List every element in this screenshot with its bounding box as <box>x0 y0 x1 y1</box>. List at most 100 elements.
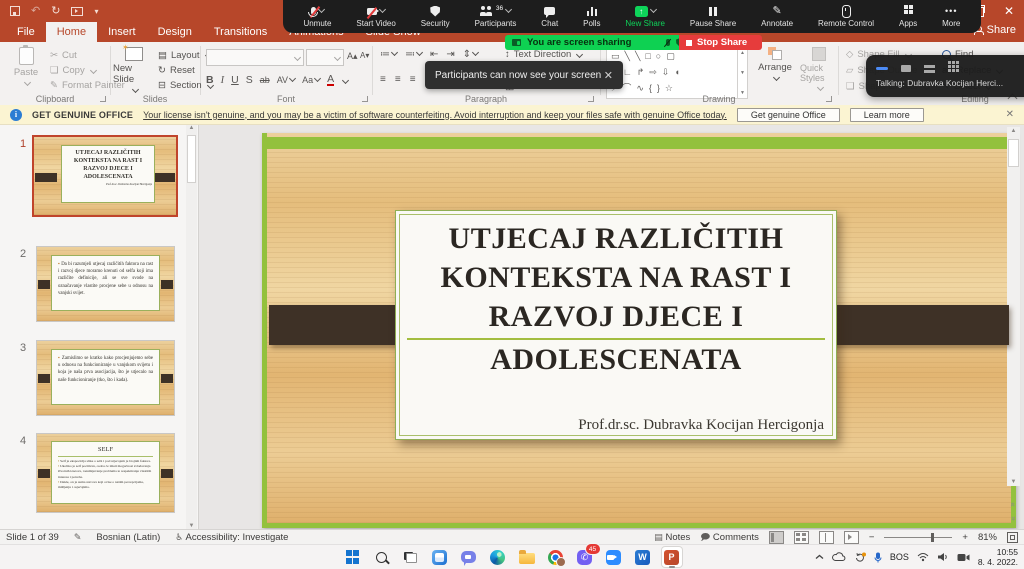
new-slide-button[interactable]: ✶ New Slide <box>113 47 155 92</box>
onedrive-icon[interactable] <box>832 552 846 562</box>
numbering-button[interactable]: ≕ <box>405 49 422 60</box>
shape-cell[interactable]: ∟ <box>623 65 632 79</box>
annotate-button[interactable]: ✎ Annotate <box>761 5 793 28</box>
drawing-dialog-launcher[interactable] <box>826 96 832 102</box>
slideshow-view-button[interactable] <box>844 531 859 544</box>
paragraph-dialog-launcher[interactable] <box>588 96 594 102</box>
tray-chevron-icon[interactable] <box>815 554 824 560</box>
chevron-down-icon[interactable] <box>505 6 512 13</box>
line-spacing-button[interactable]: ⇕ <box>463 49 478 60</box>
strip-view-icon[interactable] <box>924 65 935 73</box>
slide-thumbnail-2[interactable]: ▪ Da bi razumjeli utjecaj različitih fak… <box>37 247 174 321</box>
reading-view-button[interactable] <box>819 531 834 544</box>
powerpoint-button[interactable]: P <box>661 546 683 568</box>
remote-control-button[interactable]: Remote Control <box>818 5 874 28</box>
customize-qat-icon[interactable]: ▾ <box>94 7 98 16</box>
new-share-button[interactable]: ↑ New Share <box>625 5 665 28</box>
paste-button[interactable]: Paste <box>8 47 44 85</box>
italic-button[interactable]: I <box>221 75 225 86</box>
shape-cell[interactable]: ⌒ <box>622 81 631 95</box>
arrange-button[interactable]: Arrange <box>752 47 798 80</box>
zoom-in-button[interactable]: + <box>962 532 968 543</box>
zoom-app-button[interactable] <box>603 546 625 568</box>
language-status[interactable]: Bosnian (Latin) <box>96 532 160 543</box>
tab-insert[interactable]: Insert <box>97 22 147 42</box>
pause-share-button[interactable]: Pause Share <box>690 5 736 28</box>
shapes-gallery[interactable]: ▭╲╲□○▢ △∟↱⇨⇩◖ ⚡⌒∿{}☆ ▲▼▼ <box>606 47 748 99</box>
fit-slide-to-window-icon[interactable] <box>1007 532 1018 543</box>
tab-design[interactable]: Design <box>147 22 203 42</box>
change-case-button[interactable]: Aa <box>302 75 320 85</box>
align-right-button[interactable]: ≡ <box>410 74 416 85</box>
close-window-button[interactable]: ✕ <box>994 0 1024 22</box>
chevron-down-icon[interactable] <box>318 6 325 13</box>
save-icon[interactable] <box>10 6 20 16</box>
text-shadow-button[interactable]: S <box>246 74 253 86</box>
shape-cell[interactable]: □ <box>645 49 650 63</box>
participants-button[interactable]: 36 Participants <box>475 5 517 28</box>
widgets-button[interactable] <box>429 546 451 568</box>
zoom-slider-thumb[interactable] <box>931 533 934 542</box>
accessibility-status[interactable]: ♿ Accessibility: Investigate <box>175 532 288 543</box>
shape-cell[interactable]: ▢ <box>666 49 675 63</box>
slide-title-placeholder[interactable]: UTJECAJ RAZLIČITIH KONTEKSTA NA RAST I R… <box>395 210 837 440</box>
notes-button[interactable]: ▤ Notes <box>654 532 690 543</box>
learn-more-button[interactable]: Learn more <box>850 108 924 122</box>
redo-icon[interactable]: ↻ <box>51 6 60 16</box>
font-color-button[interactable]: A <box>327 74 334 86</box>
normal-view-button[interactable] <box>769 531 784 544</box>
slide-thumbnail-3[interactable]: ▪ Zamislimo se kratko kako procjenjujemo… <box>37 341 174 415</box>
font-size-select[interactable] <box>306 49 344 66</box>
thumbnail-scrollbar[interactable]: ▲ ▼ <box>186 124 197 530</box>
font-dialog-launcher[interactable] <box>362 96 368 102</box>
microphone-icon[interactable] <box>874 552 882 563</box>
decrease-indent-button[interactable]: ⇤ <box>430 49 438 60</box>
underline-button[interactable]: U <box>231 74 239 86</box>
strikethrough-button[interactable]: ab <box>260 75 270 85</box>
speaker-icon[interactable] <box>937 552 949 562</box>
font-name-select[interactable] <box>206 49 304 66</box>
grow-font-button[interactable]: A▴ <box>347 51 358 62</box>
wifi-icon[interactable] <box>917 552 929 562</box>
copy-button[interactable]: ❏ Copy <box>50 65 96 76</box>
speaker-view-icon[interactable] <box>901 65 911 72</box>
camera-in-use-icon[interactable] <box>957 553 970 562</box>
shrink-font-button[interactable]: A▾ <box>360 51 369 60</box>
chrome-button[interactable] <box>545 546 567 568</box>
thumbnail-scrollbar-thumb[interactable] <box>187 135 196 183</box>
layout-button[interactable]: ▤ Layout <box>158 50 211 61</box>
character-spacing-button[interactable]: AV <box>277 75 295 85</box>
chat-button[interactable] <box>458 546 480 568</box>
shape-cell[interactable]: ↱ <box>637 65 645 79</box>
stop-share-button[interactable]: Stop Share <box>679 35 762 50</box>
edge-button[interactable] <box>487 546 509 568</box>
reset-button[interactable]: ↻ Reset <box>158 65 195 76</box>
zoom-out-button[interactable]: − <box>869 532 875 543</box>
viber-button[interactable]: ✆45 <box>574 546 596 568</box>
security-button[interactable]: Security <box>421 5 450 28</box>
undo-icon[interactable]: ↶ <box>31 6 40 16</box>
update-icon[interactable] <box>854 552 866 563</box>
minimized-view-icon[interactable] <box>876 67 888 70</box>
spell-check-icon[interactable]: ✎ <box>74 532 82 543</box>
tab-home[interactable]: Home <box>46 22 97 42</box>
chevron-down-icon[interactable] <box>650 6 657 13</box>
shape-cell[interactable]: ╲ <box>635 49 640 63</box>
task-view-button[interactable] <box>400 546 422 568</box>
shape-cell[interactable]: ⇨ <box>649 65 657 79</box>
section-button[interactable]: ⊟ Section <box>158 80 213 91</box>
shape-cell[interactable]: ╲ <box>625 49 630 63</box>
clock[interactable]: 10:55 8. 4. 2022. <box>978 547 1018 567</box>
main-slide[interactable]: UTJECAJ RAZLIČITIH KONTEKSTA NA RAST I R… <box>262 133 1016 528</box>
zoom-slider[interactable] <box>884 537 952 538</box>
slide-thumbnail-1[interactable]: UTJECAJ RAZLIČITIH KONTEKSTA NA RAST I R… <box>34 137 176 215</box>
slide-sorter-view-button[interactable] <box>794 531 809 544</box>
shape-cell[interactable]: } <box>657 81 660 95</box>
polls-button[interactable]: Polls <box>583 5 600 28</box>
taskbar-search-button[interactable] <box>371 546 393 568</box>
shape-cell[interactable]: ○ <box>656 49 661 63</box>
shapes-gallery-scrollbar[interactable]: ▲▼▼ <box>737 48 747 98</box>
text-direction-button[interactable]: ↕ Text Direction <box>505 49 582 60</box>
tab-file[interactable]: File <box>6 22 46 42</box>
editor-scrollbar-thumb[interactable] <box>1008 139 1019 167</box>
